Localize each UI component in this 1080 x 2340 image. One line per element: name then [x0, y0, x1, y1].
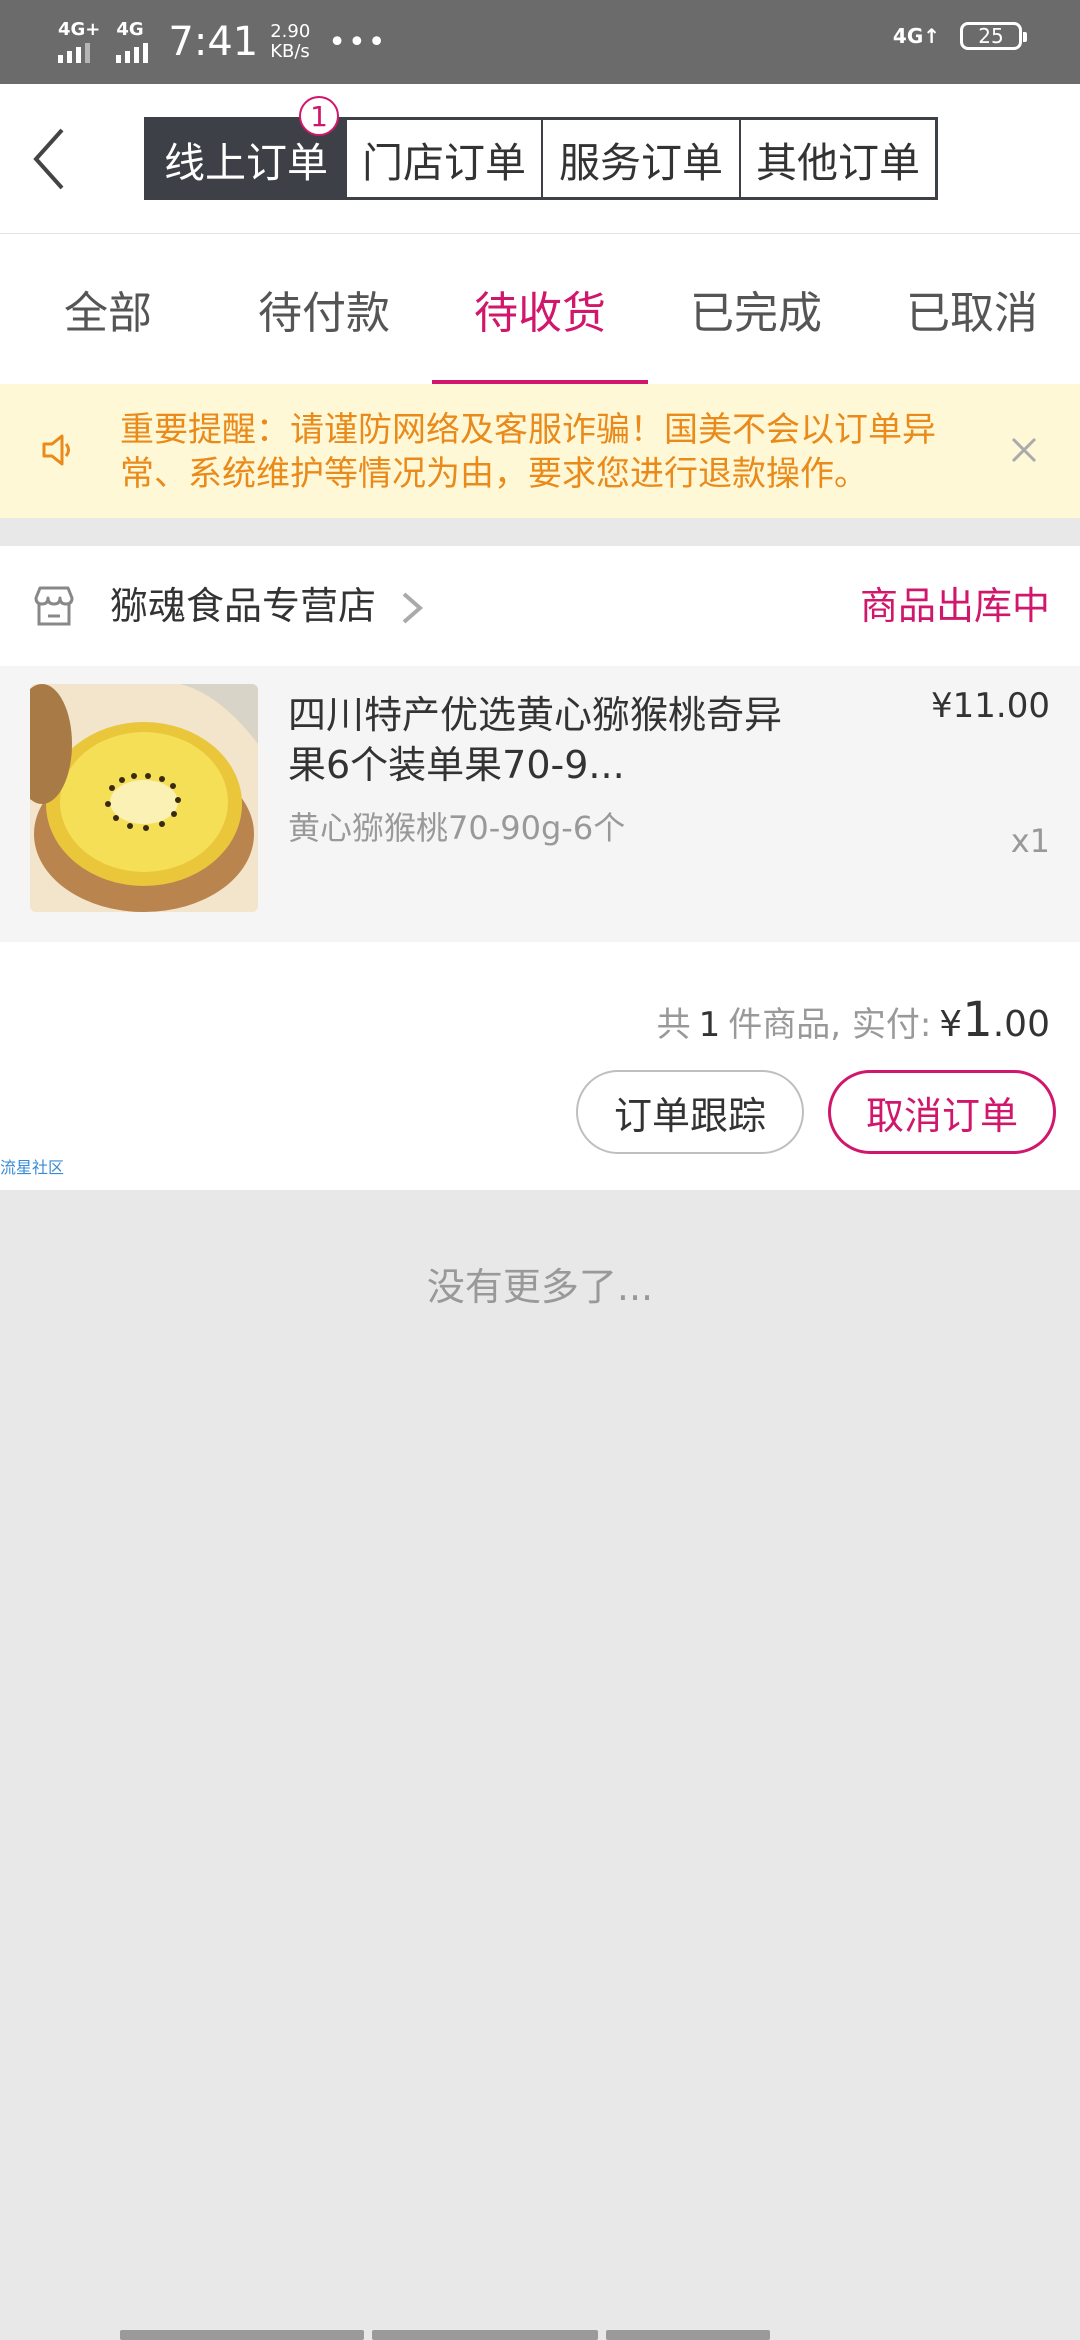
product-price: ¥11.00: [931, 686, 1050, 726]
net-speed-value: 2.90: [270, 21, 311, 42]
tab-all[interactable]: 全部: [0, 234, 216, 384]
more-notifications-icon: •••: [328, 24, 388, 60]
battery-level: 25: [978, 24, 1004, 48]
store-row[interactable]: 猕魂食品专营店 商品出库中: [0, 546, 1080, 666]
segment-store-orders[interactable]: 门店订单: [345, 120, 541, 197]
total-prefix: 共: [656, 1005, 691, 1045]
total-item-count: 1: [698, 1005, 721, 1045]
store-name[interactable]: 猕魂食品专营店: [110, 576, 376, 636]
battery-icon: 25: [960, 22, 1027, 50]
total-amount-int: 1: [962, 992, 993, 1048]
network-indicator: 4G↑: [892, 24, 940, 48]
signal-1: 4G+: [58, 21, 100, 63]
signal-1-bars-icon: [58, 39, 100, 63]
net-speed: 2.90 KB/s: [270, 22, 310, 62]
order-total: 共 1 件商品, 实付: ¥ 1 .00: [657, 992, 1050, 1048]
track-order-button[interactable]: 订单跟踪: [576, 1070, 804, 1154]
total-suffix: 件商品, 实付:: [728, 1005, 932, 1045]
cancel-order-button[interactable]: 取消订单: [828, 1070, 1056, 1154]
signal-2-bars-icon: [116, 39, 149, 63]
bottom-nav-indicator: [120, 2330, 770, 2340]
fraud-notice-banner: 重要提醒：请谨防网络及客服诈骗！国美不会以订单异常、系统维护等情况为由，要求您进…: [0, 384, 1080, 518]
clock: 7:41: [168, 19, 259, 65]
total-currency: ¥: [939, 1004, 963, 1045]
order-header: 线上订单 门店订单 服务订单 其他订单: [0, 84, 1080, 234]
online-orders-badge: 1: [299, 96, 339, 136]
tab-cancelled[interactable]: 已取消: [864, 234, 1080, 384]
tab-pending-payment[interactable]: 待付款: [216, 234, 432, 384]
tab-completed[interactable]: 已完成: [648, 234, 864, 384]
speaker-icon: [42, 434, 70, 466]
status-tabs: 全部 待付款 待收货 已完成 已取消: [0, 234, 1080, 384]
back-arrow-icon[interactable]: [28, 124, 88, 194]
tab-pending-receipt[interactable]: 待收货: [432, 234, 648, 384]
order-item[interactable]: 四川特产优选黄心猕猴桃奇异果6个装单果70-9... 黄心猕猴桃70-90g-6…: [0, 666, 1080, 942]
segment-other-orders[interactable]: 其他订单: [739, 120, 935, 197]
watermark-text: 流星社区: [0, 1158, 65, 1177]
order-status: 商品出库中: [859, 584, 1050, 628]
order-type-segments: 线上订单 门店订单 服务订单 其他订单: [144, 117, 938, 200]
product-quantity: x1: [1010, 822, 1050, 860]
store-icon: [34, 586, 74, 626]
order-summary: 共 1 件商品, 实付: ¥ 1 .00 订单跟踪 取消订单 流星社区: [0, 942, 1080, 1190]
close-icon[interactable]: [1008, 434, 1040, 466]
total-amount-dec: .00: [992, 1004, 1050, 1045]
signal-1-label: 4G+: [58, 19, 101, 40]
product-title[interactable]: 四川特产优选黄心猕猴桃奇异果6个装单果70-9...: [288, 690, 808, 790]
net-speed-unit: KB/s: [270, 41, 310, 62]
signal-2: 4G: [116, 19, 149, 63]
status-left: 4G+ 4G 7:41 2.90 KB/s •••: [58, 12, 387, 72]
segment-service-orders[interactable]: 服务订单: [541, 120, 739, 197]
product-image: [30, 684, 258, 912]
status-bar: 4G+ 4G 7:41 2.90 KB/s ••• 4G↑ 25: [0, 0, 1080, 84]
status-right: 4G↑ 25: [892, 22, 1027, 50]
product-spec: 黄心猕猴桃70-90g-6个: [288, 809, 626, 847]
notice-text: 重要提醒：请谨防网络及客服诈骗！国美不会以订单异常、系统维护等情况为由，要求您进…: [120, 410, 936, 494]
no-more-text: 没有更多了...: [426, 1265, 654, 1309]
chevron-right-icon: [402, 592, 424, 624]
signal-2-label: 4G: [116, 19, 144, 40]
